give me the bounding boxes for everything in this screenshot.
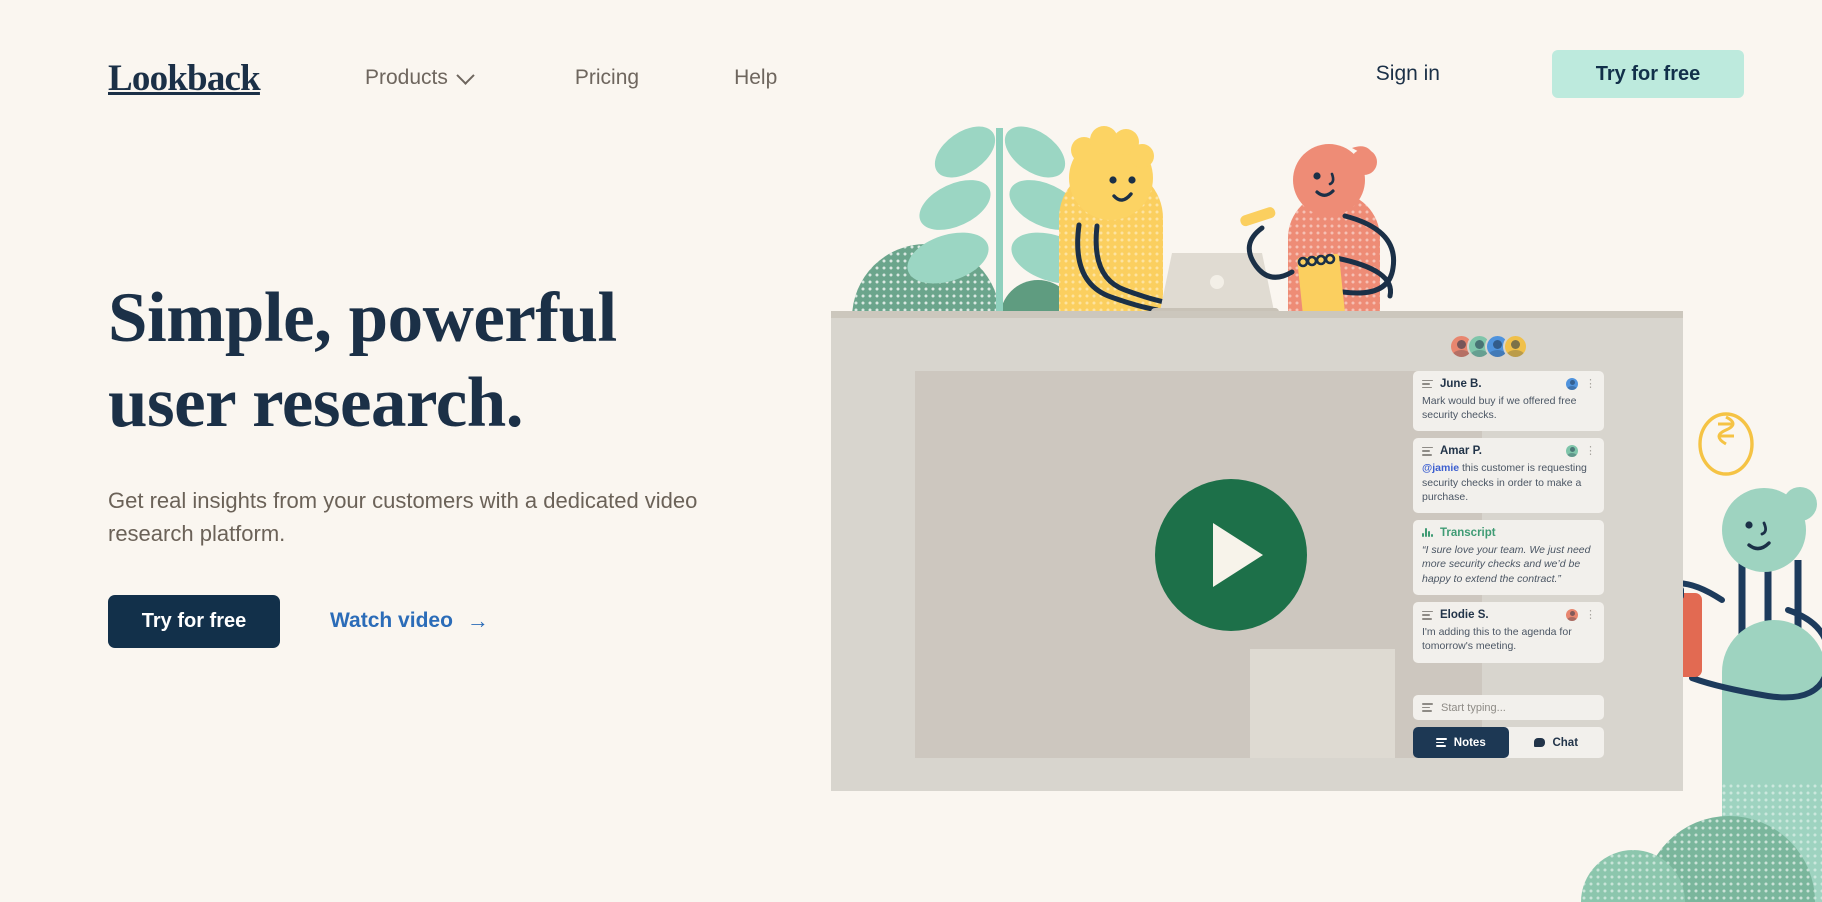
tab-notes[interactable]: Notes xyxy=(1413,727,1509,758)
avatar xyxy=(1503,334,1528,359)
note-author: June B. xyxy=(1440,378,1482,390)
note-author: Amar P. xyxy=(1440,445,1482,458)
note-body: @jamie this customer is requesting secur… xyxy=(1422,461,1595,504)
note-avatar xyxy=(1566,609,1578,622)
tab-chat-label: Chat xyxy=(1552,736,1579,749)
nav-item-help[interactable]: Help xyxy=(734,62,777,94)
note-avatar xyxy=(1566,445,1578,458)
more-options-icon[interactable]: ⋮ xyxy=(1585,446,1596,457)
video-player[interactable] xyxy=(915,371,1482,758)
note-header: Amar P. ⋮ xyxy=(1422,445,1596,458)
transcript-card[interactable]: Transcript “I sure love your team. We ju… xyxy=(1413,519,1604,596)
note-header: Elodie S. ⋮ xyxy=(1422,609,1596,622)
list-icon xyxy=(1422,446,1433,456)
arrow-right-icon: → xyxy=(466,608,489,634)
note-body: I'm adding this to the agenda for tomorr… xyxy=(1422,626,1572,653)
waveform-icon xyxy=(1422,528,1434,538)
list-icon xyxy=(1435,738,1447,747)
landing-page: Lookback Products Pricing Help Sign in T… xyxy=(0,0,1822,902)
watch-video-label: Watch video xyxy=(330,609,453,633)
hero-subtext: Get real insights from your customers wi… xyxy=(108,488,698,547)
note-card[interactable]: Amar P. ⋮ @jamie this customer is reques… xyxy=(1413,438,1604,513)
picture-in-picture-view xyxy=(1250,649,1395,758)
nav-item-products-label: Products xyxy=(365,66,448,89)
transcript-header: Transcript xyxy=(1422,527,1595,539)
list-icon xyxy=(1422,703,1433,712)
list-icon xyxy=(1422,379,1433,389)
hero-try-for-free-button[interactable]: Try for free xyxy=(108,594,280,648)
note-avatar xyxy=(1566,378,1578,390)
nav-item-products[interactable]: Products xyxy=(365,62,475,94)
transcript-label: Transcript xyxy=(1440,526,1496,539)
logo-lookback[interactable]: Lookback xyxy=(108,57,261,100)
headline-line-1: Simple, powerful xyxy=(108,279,617,357)
sign-in-link[interactable]: Sign in xyxy=(1376,62,1440,86)
participant-avatars xyxy=(1449,334,1528,359)
panel-tabs: Notes Chat xyxy=(1413,727,1604,758)
tab-chat[interactable]: Chat xyxy=(1509,727,1605,758)
hero-section: Simple, powerful user research. Get real… xyxy=(108,283,808,648)
nav-item-pricing[interactable]: Pricing xyxy=(575,62,639,94)
nav-links: Products Pricing Help xyxy=(365,62,777,94)
tab-notes-label: Notes xyxy=(1453,736,1486,749)
more-options-icon[interactable]: ⋮ xyxy=(1585,379,1596,390)
note-card[interactable]: June B. ⋮ Mark would buy if we offered f… xyxy=(1413,371,1604,432)
note-card[interactable]: Elodie S. ⋮ I'm adding this to the agend… xyxy=(1413,602,1604,663)
hero-cta-row: Try for free Watch video → xyxy=(108,594,808,648)
notes-panel: June B. ⋮ Mark would buy if we offered f… xyxy=(1413,371,1604,758)
nav-item-help-label: Help xyxy=(734,66,778,89)
note-author: Elodie S. xyxy=(1440,609,1489,622)
chat-bubble-icon xyxy=(1534,738,1546,747)
nav-try-for-free-button[interactable]: Try for free xyxy=(1552,50,1744,98)
play-button[interactable] xyxy=(1155,479,1307,631)
top-navigation: Lookback Products Pricing Help Sign in T… xyxy=(0,0,1822,132)
composer-placeholder: Start typing... xyxy=(1441,701,1506,714)
headline-line-2: user research. xyxy=(108,364,523,442)
watch-video-link[interactable]: Watch video → xyxy=(330,609,489,633)
transcript-body: “I sure love your team. We just need mor… xyxy=(1422,543,1591,585)
more-options-icon[interactable]: ⋮ xyxy=(1585,610,1596,621)
note-composer[interactable]: Start typing... xyxy=(1413,695,1604,720)
note-header: June B. ⋮ xyxy=(1422,378,1596,390)
chevron-down-icon xyxy=(456,65,475,85)
page-title: Simple, powerful user research. xyxy=(108,283,808,439)
note-body: Mark would buy if we offered free securi… xyxy=(1422,395,1577,422)
mention-tag[interactable]: @jamie xyxy=(1422,462,1459,474)
list-icon xyxy=(1422,610,1433,620)
app-mockup: June B. ⋮ Mark would buy if we offered f… xyxy=(831,318,1683,791)
nav-item-pricing-label: Pricing xyxy=(574,66,640,89)
